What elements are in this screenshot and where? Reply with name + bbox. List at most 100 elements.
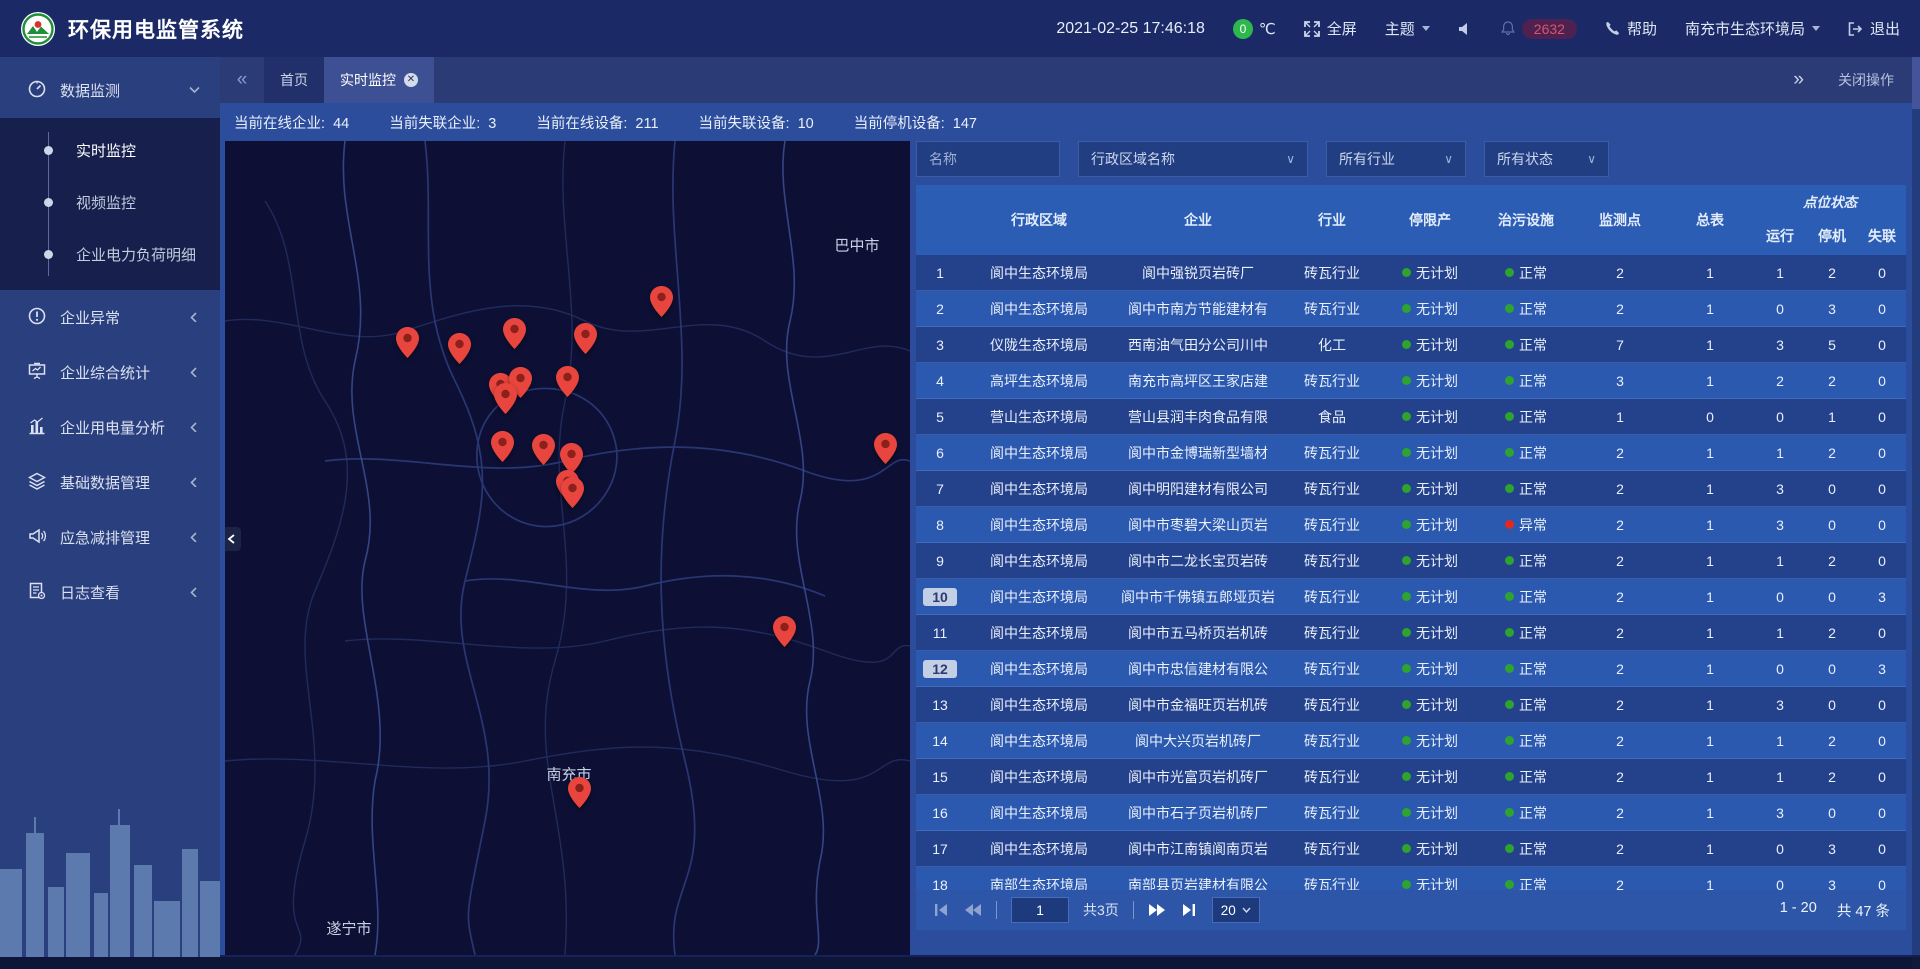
last-page-button[interactable] [1180, 902, 1198, 918]
sidebar-subitem-实时监控[interactable]: 实时监控 [0, 124, 220, 176]
map-pin[interactable] [874, 433, 897, 464]
cell-monitor: 2 [1574, 805, 1666, 821]
sidebar-item-label: 数据监测 [60, 80, 120, 101]
tabs-scroll-left-icon[interactable]: « [220, 57, 264, 103]
map-pin[interactable] [650, 286, 673, 317]
fullscreen-button[interactable]: 全屏 [1304, 18, 1357, 39]
status-filter-select[interactable]: 所有状态 ∨ [1484, 141, 1609, 177]
logout-button[interactable]: 退出 [1848, 18, 1900, 39]
notifications-button[interactable]: 2632 [1501, 19, 1577, 39]
cell-run: 1 [1754, 265, 1806, 281]
status-cell: 无计划 [1382, 299, 1478, 319]
column-header-行政区域: 行政区域 [964, 185, 1114, 255]
map-panel[interactable]: 巴中市南充市遂宁市 [225, 141, 910, 955]
map-pin[interactable] [503, 318, 526, 349]
name-filter-input[interactable] [929, 151, 1047, 167]
sidebar-subitem-企业电力负荷明细[interactable]: 企业电力负荷明细 [0, 228, 220, 280]
map-pin[interactable] [568, 777, 591, 808]
status-text: 无计划 [1416, 515, 1458, 535]
sidebar-item-应急减排管理[interactable]: 应急减排管理 [0, 510, 220, 565]
chevron-left-icon [189, 529, 200, 546]
table-row[interactable]: 1阆中生态环境局阆中强锐页岩砖厂砖瓦行业无计划正常21120 [916, 255, 1906, 291]
next-page-button[interactable] [1148, 902, 1166, 918]
map-pin[interactable] [491, 431, 514, 462]
chevron-left-icon [189, 309, 200, 326]
table-row[interactable]: 18南部生态环境局南部县页岩建材有限公砖瓦行业无计划正常21030 [916, 867, 1906, 890]
industry-filter-select[interactable]: 所有行业 ∨ [1326, 141, 1466, 177]
table-row[interactable]: 3仪陇生态环境局西南油气田分公司川中化工无计划正常71350 [916, 327, 1906, 363]
status-dot [1505, 880, 1514, 889]
status-dot [1402, 808, 1411, 817]
sidebar-item-企业综合统计[interactable]: 企业综合统计 [0, 345, 220, 400]
cell-industry: 砖瓦行业 [1282, 731, 1382, 751]
map-pin[interactable] [448, 333, 471, 364]
first-page-button[interactable] [932, 902, 950, 918]
sound-toggle[interactable] [1458, 22, 1473, 36]
table-row[interactable]: 6阆中生态环境局阆中市金博瑞新型墙材砖瓦行业无计划正常21120 [916, 435, 1906, 471]
tab-实时监控[interactable]: 实时监控✕ [324, 57, 434, 103]
row-number-cell: 9 [916, 553, 964, 569]
sidebar-item-企业用电量分析[interactable]: 企业用电量分析 [0, 400, 220, 455]
column-header-运行: 运行 [1754, 226, 1806, 246]
table-row[interactable]: 17阆中生态环境局阆中市江南镇阆南页岩砖瓦行业无计划正常21030 [916, 831, 1906, 867]
cell-region: 高坪生态环境局 [964, 371, 1114, 391]
sidebar-item-企业异常[interactable]: 企业异常 [0, 290, 220, 345]
row-number-pill[interactable]: 12 [923, 660, 957, 678]
tabs-scroll-right-icon[interactable]: » [1793, 69, 1804, 91]
map-pin[interactable] [532, 434, 555, 465]
table-row[interactable]: 10阆中生态环境局阆中市千佛镇五郎垭页岩砖瓦行业无计划正常21003 [916, 579, 1906, 615]
tab-首页[interactable]: 首页 [264, 57, 324, 103]
cell-company: 阆中大兴页岩机砖厂 [1114, 731, 1282, 751]
table-row[interactable]: 4高坪生态环境局南充市高坪区王家店建砖瓦行业无计划正常31220 [916, 363, 1906, 399]
table-row[interactable]: 8阆中生态环境局阆中市枣碧大梁山页岩砖瓦行业无计划异常21300 [916, 507, 1906, 543]
map-pin[interactable] [556, 366, 579, 397]
table-row[interactable]: 14阆中生态环境局阆中大兴页岩机砖厂砖瓦行业无计划正常21120 [916, 723, 1906, 759]
table-row[interactable]: 7阆中生态环境局阆中明阳建材有限公司砖瓦行业无计划正常21300 [916, 471, 1906, 507]
cell-industry: 砖瓦行业 [1282, 623, 1382, 643]
scrollbar-thumb[interactable] [1912, 57, 1920, 109]
map-pin[interactable] [396, 327, 419, 358]
status-text: 无计划 [1416, 803, 1458, 823]
scrollbar[interactable] [1912, 57, 1920, 969]
table-row[interactable]: 13阆中生态环境局阆中市金福旺页岩机砖砖瓦行业无计划正常21300 [916, 687, 1906, 723]
status-text: 无计划 [1416, 731, 1458, 751]
table-row[interactable]: 12阆中生态环境局阆中市忠信建材有限公砖瓦行业无计划正常21003 [916, 651, 1906, 687]
status-cell: 正常 [1478, 839, 1574, 859]
table-row[interactable]: 11阆中生态环境局阆中市五马桥页岩机砖砖瓦行业无计划正常21120 [916, 615, 1906, 651]
sidebar-item-基础数据管理[interactable]: 基础数据管理 [0, 455, 220, 510]
status-text: 无计划 [1416, 623, 1458, 643]
status-dot [1402, 376, 1411, 385]
help-button[interactable]: 帮助 [1605, 18, 1657, 39]
map-pin[interactable] [773, 616, 796, 647]
row-number-cell: 7 [916, 481, 964, 497]
map-pin[interactable] [561, 477, 584, 508]
region-filter-select[interactable]: 行政区域名称 ∨ [1078, 141, 1308, 177]
sidebar-item-日志查看[interactable]: 日志查看 [0, 565, 220, 620]
table-row[interactable]: 16阆中生态环境局阆中市石子页岩机砖厂砖瓦行业无计划正常21300 [916, 795, 1906, 831]
column-header-index [916, 185, 964, 255]
cell-company: 阆中市忠信建材有限公 [1114, 659, 1282, 679]
table-row[interactable]: 5营山生态环境局营山县润丰肉食品有限食品无计划正常10010 [916, 399, 1906, 435]
cell-monitor: 3 [1574, 373, 1666, 389]
org-dropdown[interactable]: 南充市生态环境局 [1685, 18, 1820, 39]
table-row[interactable]: 15阆中生态环境局阆中市光富页岩机砖厂砖瓦行业无计划正常21120 [916, 759, 1906, 795]
sidebar-subitem-视频监控[interactable]: 视频监控 [0, 176, 220, 228]
name-filter[interactable] [916, 141, 1060, 177]
cell-run: 1 [1754, 625, 1806, 641]
table-row[interactable]: 9阆中生态环境局阆中市二龙长宝页岩砖砖瓦行业无计划正常21120 [916, 543, 1906, 579]
sidebar-item-数据监测[interactable]: 数据监测 [0, 63, 220, 118]
map-pin[interactable] [574, 323, 597, 354]
theme-dropdown[interactable]: 主题 [1385, 18, 1430, 39]
close-operations-button[interactable]: 关闭操作 [1838, 70, 1894, 90]
status-cell: 无计划 [1382, 443, 1478, 463]
row-number-pill[interactable]: 10 [923, 588, 957, 606]
cell-meter: 1 [1666, 445, 1754, 461]
prev-page-button[interactable] [964, 902, 982, 918]
tab-close-icon[interactable]: ✕ [404, 73, 418, 87]
map-pin[interactable] [494, 383, 517, 414]
panel-collapse-toggle[interactable] [225, 527, 241, 551]
page-size-select[interactable]: 20 [1212, 897, 1260, 923]
table-row[interactable]: 2阆中生态环境局阆中市南方节能建材有砖瓦行业无计划正常21030 [916, 291, 1906, 327]
page-number-input[interactable] [1011, 897, 1069, 923]
sidebar-item-label: 企业异常 [60, 307, 120, 328]
